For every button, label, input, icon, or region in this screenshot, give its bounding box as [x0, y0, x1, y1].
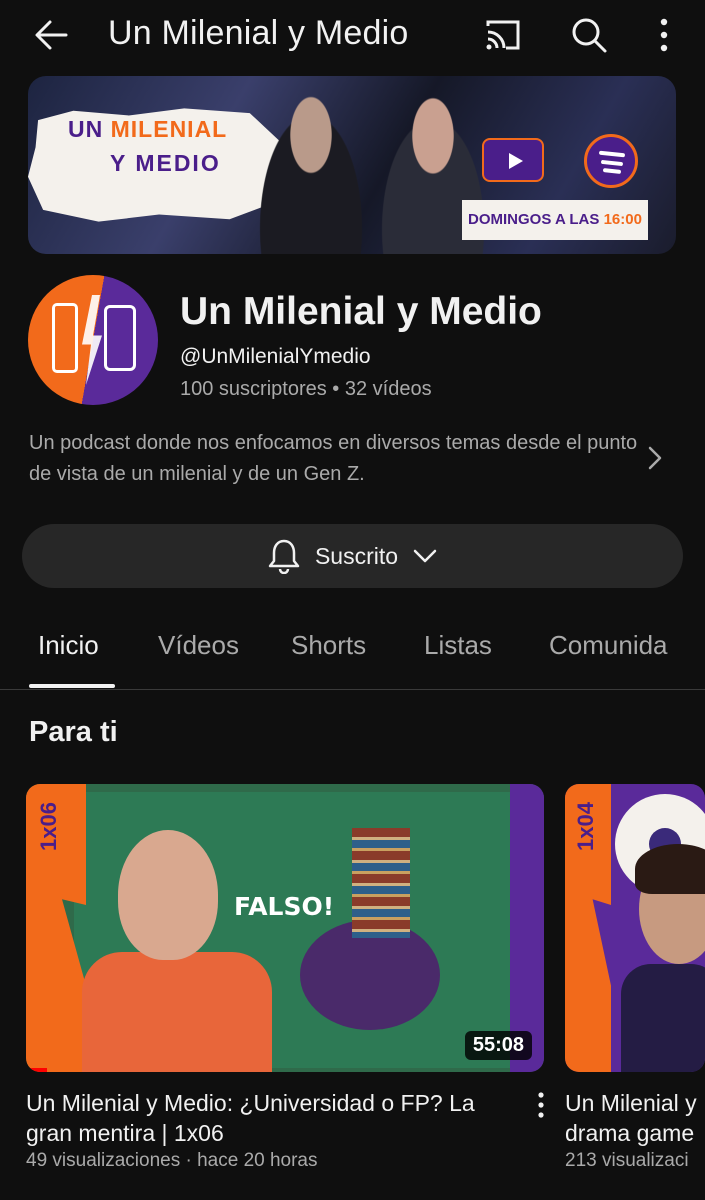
episode-label: 1x04	[573, 802, 598, 851]
thumbnail-host-body	[621, 964, 705, 1072]
section-title: Para ti	[29, 716, 118, 748]
thumbnail-host-shirt	[82, 952, 272, 1072]
watch-progress-bar	[26, 1068, 47, 1072]
tab-comunidad[interactable]: Comunida	[549, 630, 668, 661]
video-meta: 213 visualizaci	[565, 1150, 689, 1171]
more-vert-icon[interactable]	[534, 1090, 548, 1120]
youtube-play-icon	[482, 138, 544, 182]
banner-schedule-time: 16:00	[603, 211, 642, 228]
thumbnail-book-stack	[352, 828, 410, 938]
thumbnail-purple-stripe	[510, 784, 544, 1072]
video-title[interactable]: Un Milenial y Medio: ¿Universidad o FP? …	[26, 1088, 475, 1148]
brick-phone-icon	[52, 303, 78, 373]
thumbnail-caption: FALSO!	[234, 892, 335, 921]
channel-banner: UN MILENIAL Y MEDIO DOMINGOS A LAS 16:00	[28, 76, 676, 254]
tab-inicio[interactable]: Inicio	[38, 630, 99, 661]
tab-listas[interactable]: Listas	[424, 630, 492, 661]
spotify-icon	[584, 134, 638, 188]
search-icon[interactable]	[568, 14, 610, 56]
banner-title-line1: UN MILENIAL	[68, 116, 227, 143]
video-title-line: Un Milenial y Medio: ¿Universidad o FP? …	[26, 1090, 475, 1116]
banner-title-word: UN	[68, 116, 111, 142]
tab-videos[interactable]: Vídeos	[158, 630, 239, 661]
video-thumbnail[interactable]: 1x06 FALSO! 55:08	[26, 784, 544, 1072]
episode-label: 1x06	[36, 802, 61, 851]
tab-shorts[interactable]: Shorts	[291, 630, 366, 661]
smartphone-icon	[104, 305, 136, 371]
video-title-line: gran mentira | 1x06	[26, 1120, 224, 1146]
video-thumbnail[interactable]: 1x04	[565, 784, 705, 1072]
banner-schedule-text: DOMINGOS A LAS	[468, 211, 604, 228]
video-title-line: Un Milenial y	[565, 1090, 697, 1116]
back-arrow-icon[interactable]	[30, 14, 72, 56]
active-tab-indicator	[29, 684, 115, 688]
bell-icon	[268, 539, 300, 574]
top-app-bar: Un Milenial y Medio	[0, 0, 705, 72]
channel-name: Un Milenial y Medio	[180, 290, 542, 333]
cast-icon[interactable]	[482, 14, 524, 56]
thumbnail-host-face	[118, 830, 218, 960]
banner-host-left	[246, 84, 376, 254]
channel-avatar[interactable]	[28, 275, 158, 405]
video-title-line: drama game	[565, 1120, 695, 1146]
video-meta: 49 visualizaciones · hace 20 horas	[26, 1150, 318, 1171]
channel-tabs: Inicio Vídeos Shorts Listas Comunida	[0, 612, 705, 690]
banner-title-highlight: MILENIAL	[110, 116, 228, 142]
video-title[interactable]: Un Milenial y drama game	[565, 1088, 697, 1148]
chevron-right-icon[interactable]	[642, 444, 666, 472]
channel-description[interactable]: Un podcast donde nos enfocamos en divers…	[29, 428, 639, 490]
chevron-down-icon	[413, 549, 437, 563]
page-title: Un Milenial y Medio	[108, 14, 409, 52]
channel-stats: 100 suscriptores • 32 vídeos	[180, 378, 432, 400]
thumbnail-host-hair	[635, 844, 705, 894]
channel-handle: @UnMilenialYmedio	[180, 345, 371, 368]
banner-title-line2: Y MEDIO	[110, 150, 221, 176]
subscribed-button[interactable]: Suscrito	[22, 524, 683, 588]
lightning-bolt-icon	[82, 295, 102, 385]
banner-schedule: DOMINGOS A LAS 16:00	[462, 200, 648, 240]
more-vert-icon[interactable]	[648, 14, 680, 56]
video-duration: 55:08	[464, 1031, 532, 1060]
subscribed-label: Suscrito	[314, 542, 399, 569]
